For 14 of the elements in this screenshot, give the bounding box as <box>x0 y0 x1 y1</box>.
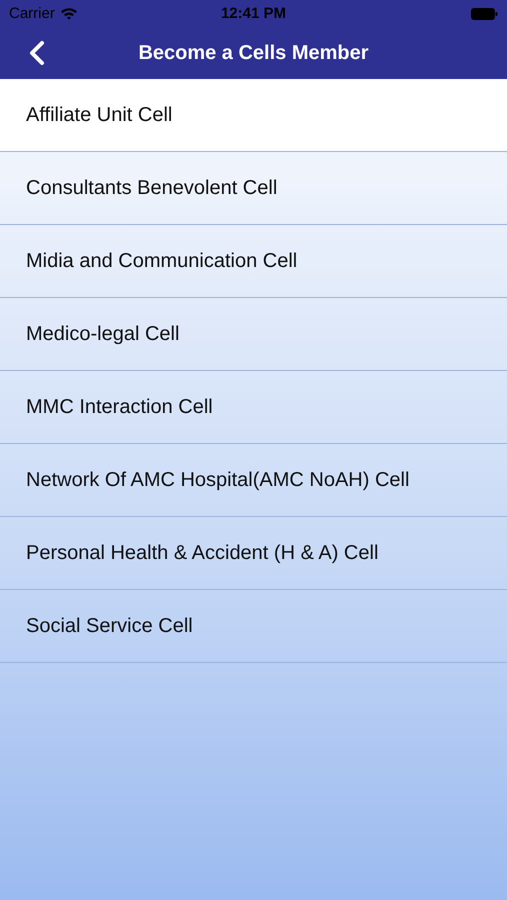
chevron-left-icon <box>28 40 46 66</box>
cell-list-item[interactable]: Social Service Cell <box>0 590 507 663</box>
carrier-name: Carrier <box>9 5 55 22</box>
cell-list-item[interactable]: Consultants Benevolent Cell <box>0 152 507 225</box>
cell-list-item[interactable]: Midia and Communication Cell <box>0 225 507 298</box>
status-time: 12:41 PM <box>220 5 286 22</box>
cell-list-item[interactable]: Personal Health & Accident (H & A) Cell <box>0 517 507 590</box>
cell-list-item[interactable]: Affiliate Unit Cell <box>0 79 507 152</box>
cell-list-item[interactable]: Network Of AMC Hospital(AMC NoAH) Cell <box>0 444 507 517</box>
battery-icon <box>471 8 498 20</box>
cell-list-item[interactable]: MMC Interaction Cell <box>0 371 507 444</box>
cell-list-item[interactable]: Medico-legal Cell <box>0 298 507 371</box>
wifi-icon <box>60 7 78 20</box>
screen-title: Become a Cells Member <box>138 42 369 64</box>
